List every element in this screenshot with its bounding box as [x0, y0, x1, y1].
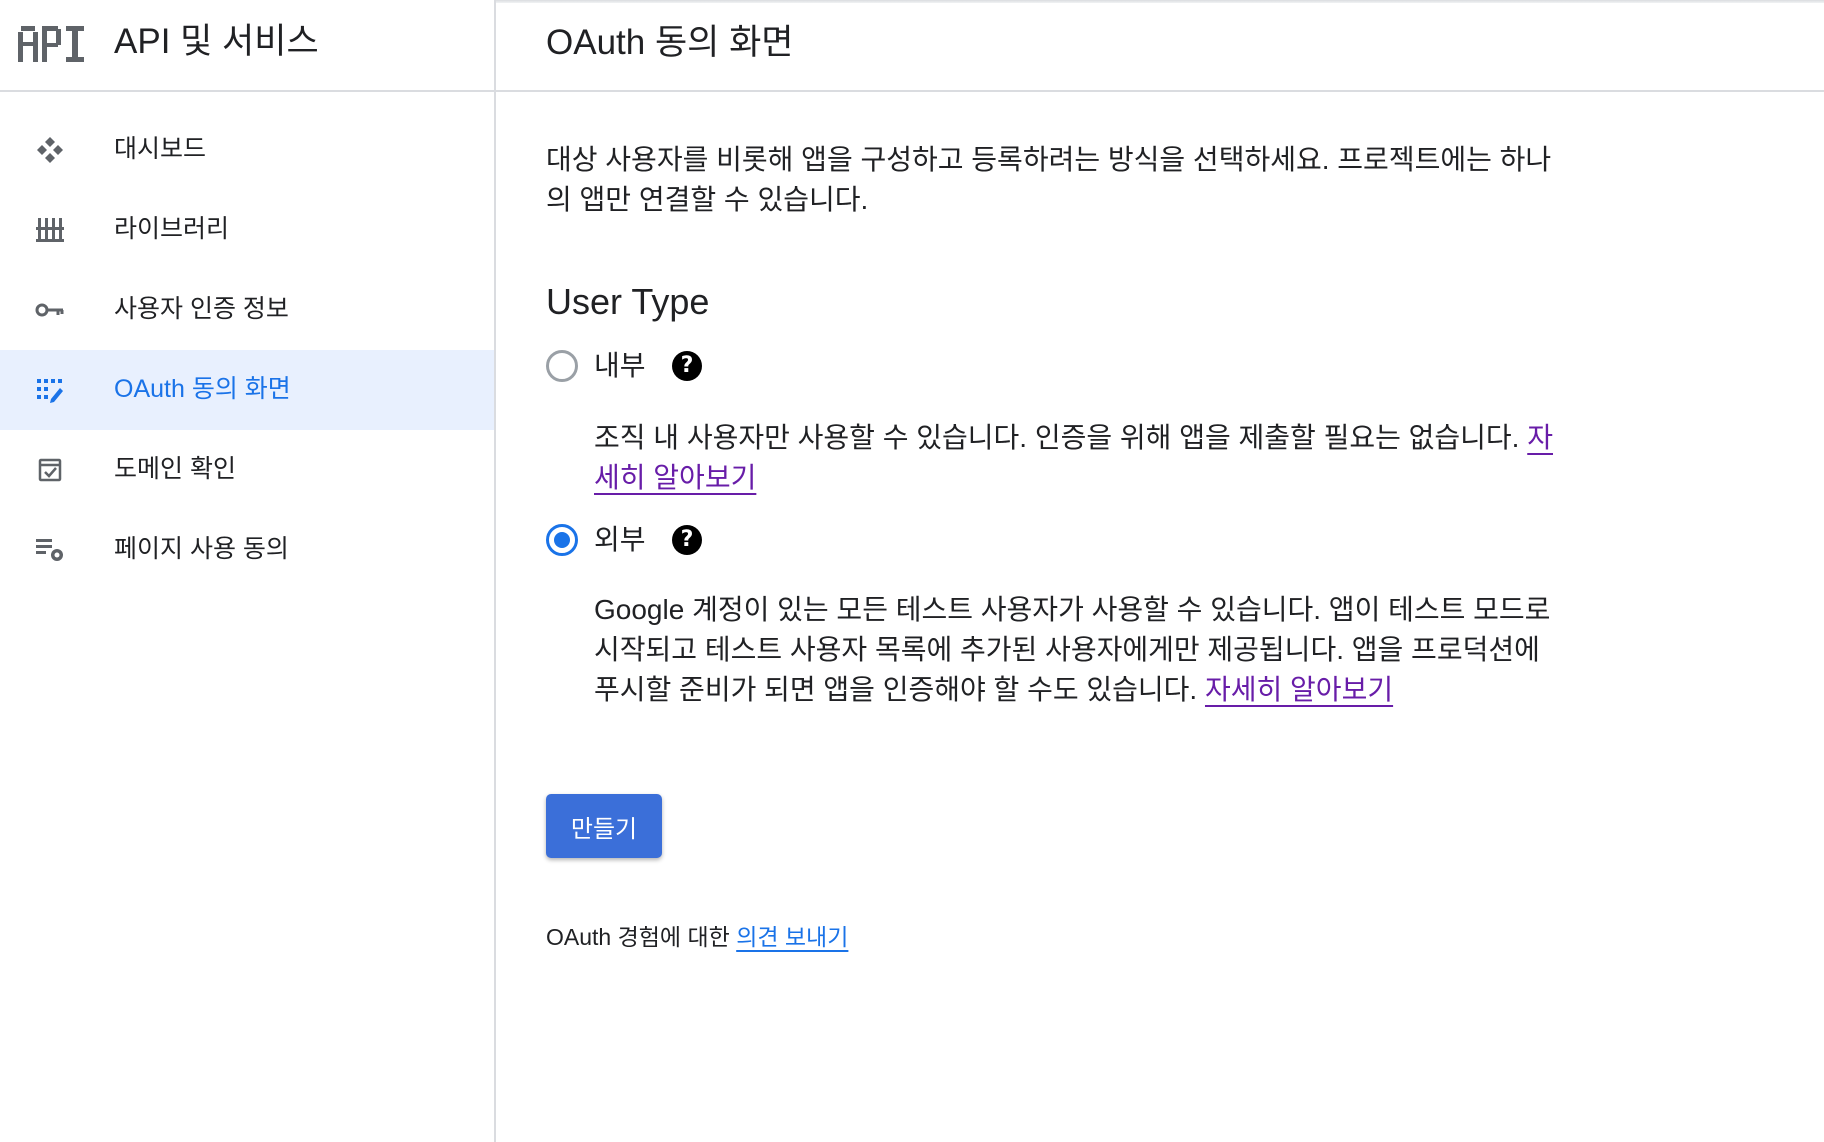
product-title: API 및 서비스: [114, 22, 319, 61]
user-type-internal-option: 내부 ?: [546, 346, 846, 386]
main-header: OAuth 동의 화면: [496, 0, 1824, 92]
sidebar-item-label: 대시보드: [114, 135, 207, 163]
feedback-text: OAuth 경험에 대한: [546, 924, 737, 950]
oauth-consent-icon: [37, 379, 63, 403]
sidebar-item-dashboard[interactable]: 대시보드: [0, 110, 494, 190]
help-icon[interactable]: ?: [672, 351, 702, 381]
send-feedback-link[interactable]: 의견 보내기: [736, 924, 848, 950]
sidebar-item-credentials[interactable]: 사용자 인증 정보: [0, 270, 494, 350]
sidebar-item-page-usage[interactable]: 페이지 사용 동의: [0, 510, 494, 590]
sidebar-item-domain-verification[interactable]: 도메인 확인: [0, 430, 494, 510]
external-learn-more-link[interactable]: 자세히 알아보기: [1205, 674, 1393, 705]
create-button[interactable]: 만들기: [546, 794, 662, 858]
sidebar-nav: 대시보드 라이브러리 사용자 인증 정보 OAuth 동의 화면 도메인 확인 …: [0, 110, 494, 590]
feedback-line: OAuth 경험에 대한 의견 보내기: [546, 920, 848, 954]
help-icon[interactable]: ?: [672, 525, 702, 555]
page-title: OAuth 동의 화면: [546, 23, 794, 62]
external-radio-label[interactable]: 외부: [594, 520, 646, 560]
page-usage-settings-icon: [36, 539, 63, 561]
sidebar-header: API 및 서비스: [0, 0, 494, 92]
internal-description-text: 조직 내 사용자만 사용할 수 있습니다. 인증을 위해 앱을 제출할 필요는 …: [594, 422, 1528, 453]
sidebar-item-label: 사용자 인증 정보: [114, 295, 289, 323]
api-logo-icon: [18, 26, 84, 62]
sidebar-item-oauth-consent[interactable]: OAuth 동의 화면: [0, 350, 494, 430]
sidebar-item-library[interactable]: 라이브러리: [0, 190, 494, 270]
external-description: Google 계정이 있는 모든 테스트 사용자가 사용할 수 있습니다. 앱이…: [594, 590, 1569, 710]
sidebar: API 및 서비스 대시보드 라이브러리 사용자 인증 정보 OAuth 동의 …: [0, 0, 496, 1142]
sidebar-item-label: OAuth 동의 화면: [114, 375, 291, 403]
library-icon: [36, 218, 64, 242]
key-icon: [35, 303, 64, 317]
user-type-heading: User Type: [546, 281, 710, 322]
sidebar-item-label: 페이지 사용 동의: [114, 535, 289, 563]
sidebar-item-label: 라이브러리: [114, 215, 230, 243]
internal-radio[interactable]: [546, 350, 578, 382]
external-description-text: Google 계정이 있는 모든 테스트 사용자가 사용할 수 있습니다. 앱이…: [594, 594, 1551, 705]
external-radio[interactable]: [546, 524, 578, 556]
domain-verification-icon: [38, 458, 62, 482]
sidebar-item-label: 도메인 확인: [114, 455, 236, 483]
intro-text: 대상 사용자를 비롯해 앱을 구성하고 등록하려는 방식을 선택하세요. 프로젝…: [546, 144, 1552, 215]
internal-radio-label[interactable]: 내부: [594, 346, 646, 386]
user-type-external-option: 외부 ?: [546, 520, 846, 560]
internal-description: 조직 내 사용자만 사용할 수 있습니다. 인증을 위해 앱을 제출할 필요는 …: [594, 418, 1569, 498]
dashboard-icon: [37, 137, 63, 163]
